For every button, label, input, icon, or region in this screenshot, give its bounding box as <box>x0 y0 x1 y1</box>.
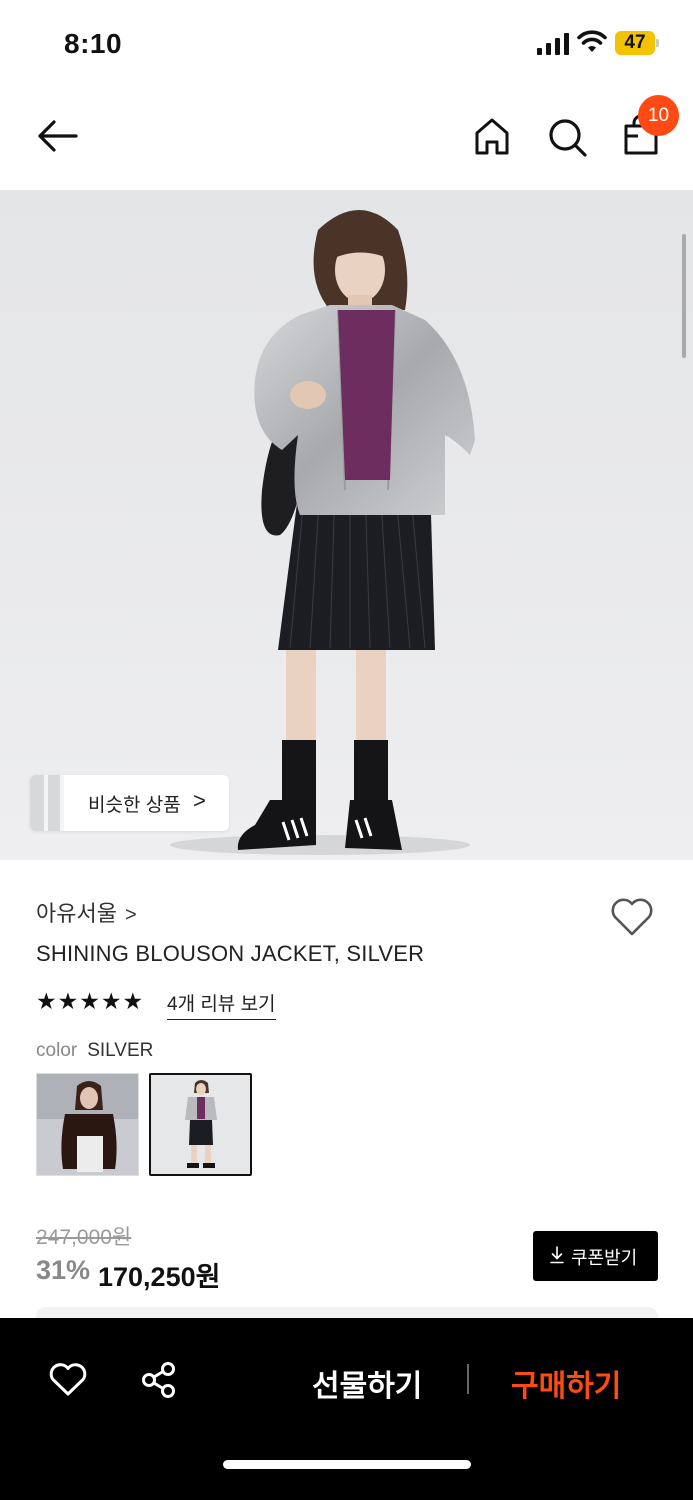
brand-link[interactable]: 아유서울 > <box>36 896 137 926</box>
battery-icon: 47 <box>615 31 659 55</box>
color-value: SILVER <box>87 1040 154 1061</box>
similar-products-label: 비슷한 상품 <box>88 795 181 816</box>
color-swatch-black[interactable] <box>36 1073 139 1176</box>
home-indicator <box>223 1460 471 1469</box>
home-icon[interactable] <box>472 116 512 156</box>
cellular-signal-icon <box>537 33 569 55</box>
status-time: 8:10 <box>64 28 123 59</box>
gift-button[interactable]: 선물하기 <box>312 1361 422 1405</box>
similar-products-button[interactable]: 비슷한 상품 > <box>30 775 229 831</box>
sale-price: 170,250원 <box>98 1262 221 1292</box>
original-price: 247,000원 <box>36 1226 132 1249</box>
bottom-action-bar: 선물하기 구매하기 <box>0 1318 693 1500</box>
status-bar: 8:10 47 <box>0 0 693 88</box>
image-scroll-indicator <box>682 234 686 358</box>
chevron-right-icon: > <box>124 904 137 926</box>
wifi-icon <box>577 30 607 52</box>
heart-icon[interactable] <box>609 895 655 937</box>
color-label: color <box>36 1040 78 1061</box>
coupon-download-button[interactable]: 쿠폰받기 <box>533 1231 658 1281</box>
discount-rate: 31% <box>36 1255 91 1285</box>
review-link[interactable]: 4개 리뷰 보기 <box>167 989 276 1020</box>
top-navigation <box>0 96 693 186</box>
search-icon[interactable] <box>546 116 588 158</box>
battery-level: 47 <box>624 32 646 53</box>
back-arrow-icon[interactable] <box>34 116 80 156</box>
cart-count-badge: 10 <box>638 95 679 136</box>
heart-icon[interactable] <box>48 1361 88 1397</box>
share-icon[interactable] <box>140 1361 178 1399</box>
brand-name: 아유서울 <box>36 901 117 926</box>
color-option: color SILVER <box>36 1040 153 1062</box>
buy-button[interactable]: 구매하기 <box>511 1361 621 1405</box>
button-divider <box>467 1364 469 1394</box>
product-title: SHINING BLOUSON JACKET, SILVER <box>36 941 425 966</box>
chevron-right-icon: > <box>193 788 206 813</box>
product-photo <box>0 190 693 860</box>
product-image[interactable]: 비슷한 상품 > <box>0 190 693 860</box>
similar-product-thumbnail <box>30 775 64 831</box>
color-swatch-silver[interactable] <box>149 1073 252 1176</box>
download-icon <box>550 1246 564 1264</box>
star-rating: ★★★★★ <box>36 988 145 1014</box>
coupon-label: 쿠폰받기 <box>571 1248 638 1268</box>
